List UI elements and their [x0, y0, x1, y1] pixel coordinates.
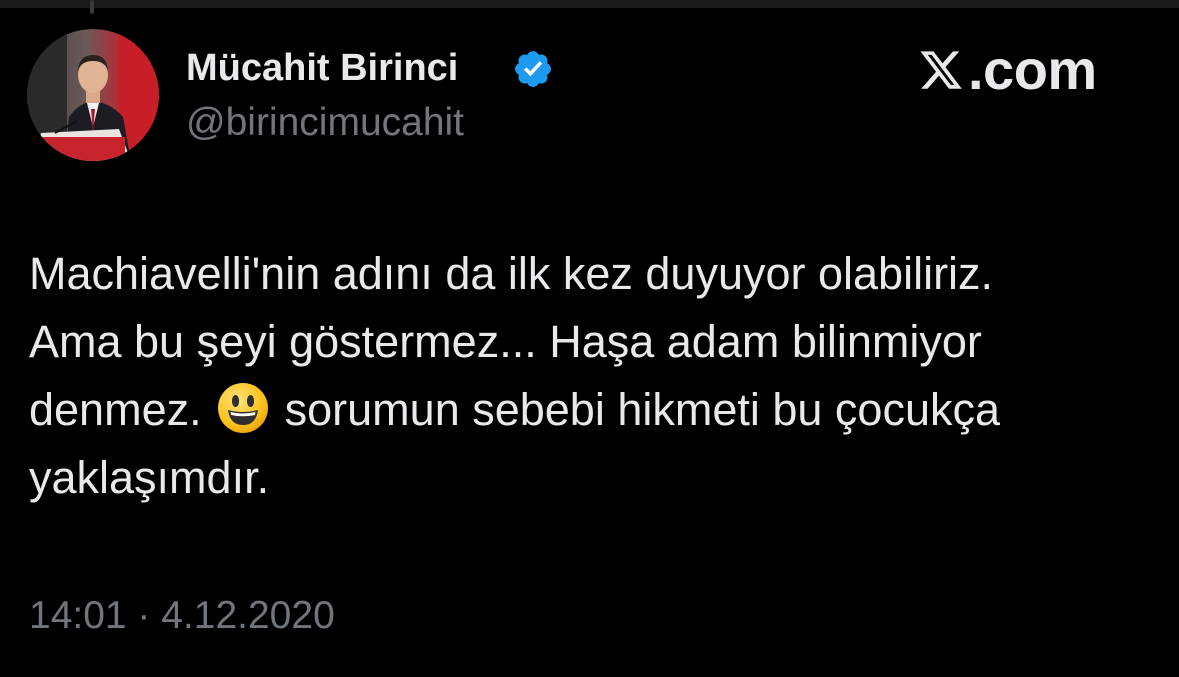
brand-domain-text: .com [968, 38, 1097, 101]
brand-logo: .com [916, 38, 1097, 101]
tweet-line: yaklaşımdır. [29, 452, 270, 503]
profile-photo-icon [27, 29, 159, 161]
x-logo-icon [920, 51, 962, 89]
top-divider [0, 0, 1179, 8]
author-handle[interactable]: @birincimucahit [186, 99, 464, 147]
smiling-face-emoji-icon [216, 381, 270, 435]
tweet-line: Ama bu şeyi göstermez... Haşa adam bilin… [29, 316, 982, 367]
tweet-fragment: sorumun sebebi hikmeti bu çocukça [284, 384, 1001, 435]
top-notch [90, 0, 94, 14]
avatar[interactable] [27, 29, 159, 161]
author-name[interactable]: Mücahit Birinci [186, 44, 458, 92]
timestamp[interactable]: 14:01 · 4.12.2020 [29, 592, 335, 640]
tweet-line: denmez. sorumun sebebi hikmeti bu çocukç… [29, 376, 1169, 444]
verified-badge-icon [512, 48, 554, 90]
tweet-text: Machiavelli'nin adını da ilk kez duyuyor… [29, 240, 1169, 512]
tweet-fragment: denmez. [29, 384, 202, 435]
tweet-line: Machiavelli'nin adını da ilk kez duyuyor… [29, 248, 994, 299]
